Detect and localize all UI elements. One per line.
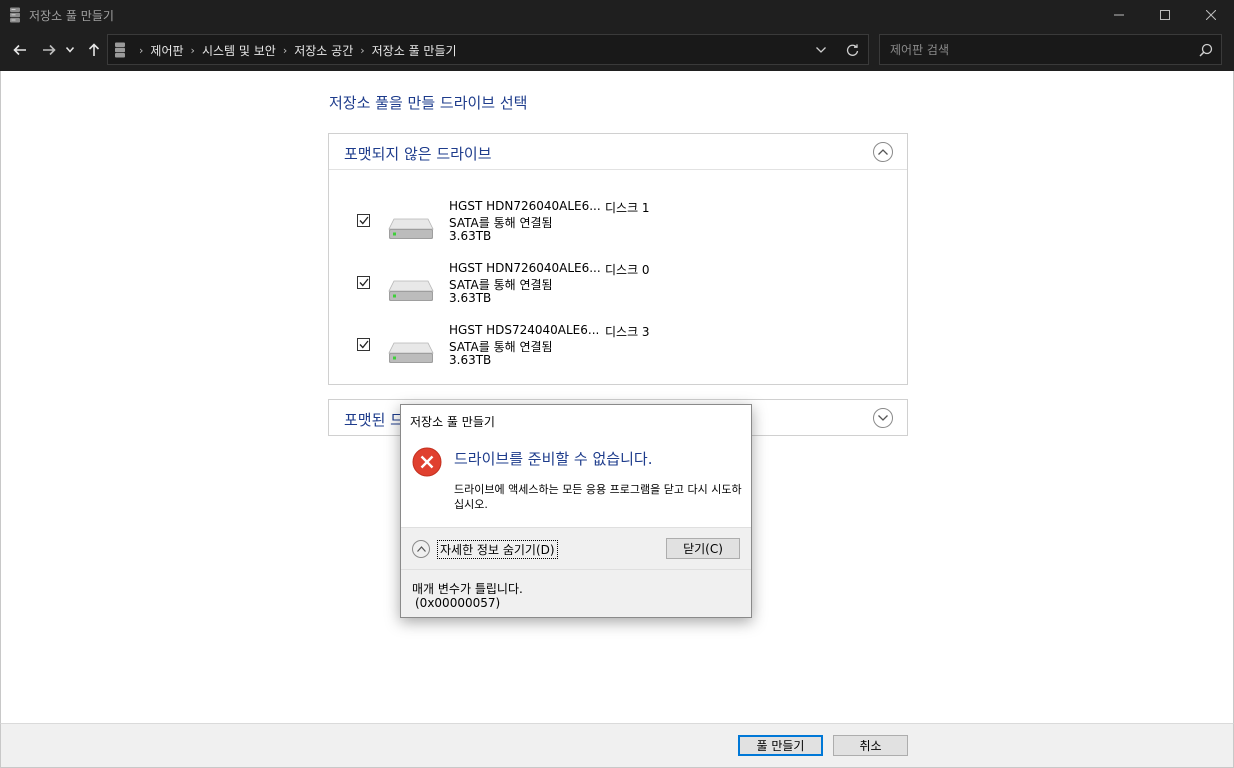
error-icon [412, 447, 442, 477]
hard-drive-icon [388, 342, 434, 363]
breadcrumb-item[interactable]: 시스템 및 보안 [202, 42, 276, 59]
hide-details-link[interactable]: 자세한 정보 숨기기(D) [437, 540, 558, 559]
hard-drive-icon [388, 218, 434, 239]
dialog-button-row: 자세한 정보 숨기기(D) 닫기(C) [401, 527, 751, 569]
storage-spaces-icon [10, 7, 20, 23]
drive-name: HGST HDN726040ALE6... [449, 261, 601, 275]
drive-size: 3.63TB [449, 229, 492, 243]
drive-disk-number: 디스크 1 [605, 201, 650, 215]
command-bar: 풀 만들기 취소 [0, 723, 1234, 768]
expand-button[interactable] [873, 408, 893, 428]
arrow-up-icon [88, 43, 100, 56]
error-details: 매개 변수가 틀립니다. (0x00000057) [401, 569, 751, 617]
group-header[interactable]: 포맷되지 않은 드라이브 [329, 134, 907, 170]
close-icon [1206, 10, 1216, 20]
checkmark-icon [359, 278, 369, 287]
page-title: 저장소 풀을 만들 드라이브 선택 [329, 94, 528, 112]
search-icon[interactable] [1199, 43, 1213, 57]
arrow-right-icon [43, 44, 56, 56]
drive-checkbox[interactable] [357, 214, 370, 227]
back-button[interactable] [10, 40, 30, 60]
error-detail-text: 매개 변수가 틀립니다. [412, 582, 523, 596]
group-title: 포맷되지 않은 드라이브 [344, 145, 492, 163]
title-bar: 저장소 풀 만들기 [0, 0, 1234, 30]
error-sub-message: 드라이브에 액세스하는 모든 응용 프로그램을 닫고 다시 시도하십시오. [454, 483, 742, 511]
forward-button[interactable] [39, 40, 59, 60]
drive-disk-number: 디스크 3 [605, 325, 650, 339]
breadcrumb-separator-icon: › [190, 44, 195, 57]
checkmark-icon [359, 216, 369, 225]
drive-name: HGST HDS724040ALE6... [449, 323, 600, 337]
checkmark-icon [359, 340, 369, 349]
error-dialog: 저장소 풀 만들기 드라이브를 준비할 수 없습니다. 드라이브에 액세스하는 … [400, 404, 752, 618]
address-bar[interactable]: › 제어판 › 시스템 및 보안 › 저장소 공간 › 저장소 풀 만들기 [107, 34, 869, 65]
breadcrumb-separator-icon: › [360, 44, 365, 57]
dialog-title: 저장소 풀 만들기 [410, 415, 495, 429]
main-content: 저장소 풀을 만들 드라이브 선택 포맷되지 않은 드라이브 HGST HDN7… [0, 71, 1234, 723]
chevron-down-icon [66, 47, 74, 53]
storage-spaces-icon [115, 42, 125, 58]
hard-drive-icon [388, 280, 434, 301]
breadcrumb: › 제어판 › 시스템 및 보안 › 저장소 공간 › 저장소 풀 만들기 [132, 42, 457, 59]
minimize-icon [1114, 14, 1124, 16]
drive-name: HGST HDN726040ALE6... [449, 199, 601, 213]
minimize-button[interactable] [1096, 0, 1142, 30]
drive-checkbox[interactable] [357, 338, 370, 351]
breadcrumb-separator-icon: › [282, 44, 288, 57]
error-main-message: 드라이브를 준비할 수 없습니다. [454, 450, 653, 468]
maximize-button[interactable] [1142, 0, 1188, 30]
chevron-down-icon [878, 415, 888, 421]
create-pool-button[interactable]: 풀 만들기 [738, 735, 823, 756]
breadcrumb-item[interactable]: 제어판 [150, 42, 183, 59]
address-dropdown-button[interactable] [814, 43, 828, 57]
cancel-button[interactable]: 취소 [833, 735, 908, 756]
breadcrumb-item[interactable]: 저장소 공간 [294, 42, 353, 59]
chevron-up-icon [416, 546, 426, 552]
collapse-button[interactable] [873, 142, 893, 162]
error-code: (0x00000057) [415, 596, 501, 610]
refresh-button[interactable] [844, 42, 860, 58]
drive-item[interactable]: HGST HDN726040ALE6... SATA를 통해 연결됨 3.63T… [329, 258, 907, 316]
breadcrumb-separator-icon: › [139, 44, 144, 57]
recent-locations-button[interactable] [63, 40, 77, 60]
breadcrumb-item[interactable]: 저장소 풀 만들기 [372, 42, 457, 59]
search-box [879, 34, 1222, 65]
chevron-up-icon [878, 149, 888, 155]
close-dialog-button[interactable]: 닫기(C) [666, 538, 740, 559]
refresh-icon [846, 43, 858, 56]
close-window-button[interactable] [1188, 0, 1234, 30]
up-button[interactable] [84, 40, 104, 60]
drive-disk-number: 디스크 0 [605, 263, 650, 277]
maximize-icon [1160, 10, 1170, 20]
drive-size: 3.63TB [449, 353, 492, 367]
drive-size: 3.63TB [449, 291, 492, 305]
window-title: 저장소 풀 만들기 [29, 9, 114, 23]
drive-item[interactable]: HGST HDS724040ALE6... SATA를 통해 연결됨 3.63T… [329, 320, 907, 378]
search-input[interactable] [880, 35, 1190, 64]
chevron-down-icon [816, 47, 826, 53]
arrow-left-icon [13, 44, 26, 56]
drive-checkbox[interactable] [357, 276, 370, 289]
unformatted-drives-group: 포맷되지 않은 드라이브 HGST HDN726040ALE6... SATA를… [328, 133, 908, 385]
drive-item[interactable]: HGST HDN726040ALE6... SATA를 통해 연결됨 3.63T… [329, 196, 907, 254]
navigation-bar: › 제어판 › 시스템 및 보안 › 저장소 공간 › 저장소 풀 만들기 [0, 30, 1234, 71]
details-toggle-button[interactable] [412, 540, 430, 558]
